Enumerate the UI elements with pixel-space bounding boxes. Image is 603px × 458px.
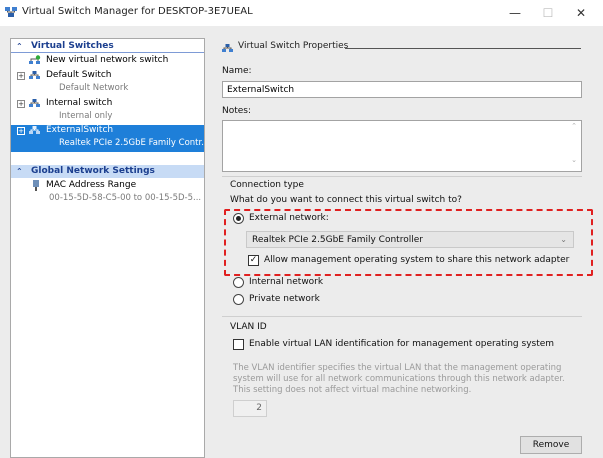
virtual-switch-manager-icon [5,7,17,17]
external-network-radio[interactable] [233,213,244,224]
connection-type-label: Connection type [230,180,304,190]
section-divider [222,176,582,177]
new-switch-icon [29,55,41,64]
close-button[interactable]: ✕ [566,4,596,22]
group-divider [345,48,581,49]
vlan-id-field[interactable]: 2 [233,400,267,417]
external-adapter-value: Realtek PCIe 2.5GbE Family Controller [252,235,423,245]
network-switch-icon [29,71,40,79]
mac-range-label: MAC Address Range [46,180,137,190]
internal-network-label: Internal network [249,277,324,287]
notes-field[interactable]: ⌃ ⌄ [222,120,582,172]
vlan-enable-checkbox[interactable] [233,339,244,350]
collapse-chevron-icon: ⌃ [16,167,23,176]
switch-subtitle: Default Network [59,83,129,93]
switch-subtitle: Internal only [59,111,113,121]
internal-network-radio[interactable] [233,277,244,288]
switch-name: ExternalSwitch [46,125,114,135]
switch-tree-panel: ⌃ Virtual Switches New virtual network s… [10,38,205,458]
switch-name: Default Switch [46,70,112,80]
minimize-button[interactable]: — [500,4,530,22]
switch-name: Internal switch [46,98,113,108]
virtual-switches-header-label: Virtual Switches [31,41,114,51]
vlan-help-text: The VLAN identifier specifies the virtua… [233,363,565,395]
switch-item-default[interactable]: + Default Switch Default Network [11,70,204,96]
collapse-chevron-icon: ⌃ [16,42,23,51]
scroll-down-icon[interactable]: ⌄ [568,156,580,164]
external-adapter-select[interactable]: Realtek PCIe 2.5GbE Family Controller ⌄ [246,231,574,248]
expand-icon[interactable]: + [17,127,25,135]
notes-label: Notes: [222,106,252,116]
allow-management-label: Allow management operating system to sha… [264,255,570,265]
virtual-switches-header[interactable]: ⌃ Virtual Switches [11,40,204,53]
section-divider [222,316,582,317]
switch-item-internal[interactable]: + Internal switch Internal only [11,98,204,124]
connection-question: What do you want to connect this virtual… [230,195,462,205]
network-switch-icon [29,99,40,107]
scroll-up-icon[interactable]: ⌃ [568,122,580,130]
new-switch-label: New virtual network switch [46,55,169,65]
mac-range-value: 00-15-5D-58-C5-00 to 00-15-5D-5... [49,193,202,203]
expand-icon[interactable]: + [17,72,25,80]
vlan-enable-label: Enable virtual LAN identification for ma… [249,339,555,349]
global-settings-header-label: Global Network Settings [31,166,155,176]
name-label: Name: [222,66,252,76]
allow-management-checkbox[interactable]: ✓ [248,255,259,266]
global-network-settings-header[interactable]: ⌃ Global Network Settings [11,165,204,178]
dialog-body: ⌃ Virtual Switches New virtual network s… [0,26,603,458]
network-adapter-icon [33,180,39,191]
new-virtual-switch-item[interactable]: New virtual network switch [11,55,204,69]
network-switch-icon [29,126,40,134]
mac-address-range-item[interactable]: MAC Address Range 00-15-5D-58-C5-00 to 0… [11,180,204,208]
expand-icon[interactable]: + [17,100,25,108]
properties-group-title: Virtual Switch Properties [238,41,349,51]
title-bar: Virtual Switch Manager for DESKTOP-3E7UE… [0,0,603,26]
name-field[interactable]: ExternalSwitch [222,81,582,98]
notes-scrollbar[interactable]: ⌃ ⌄ [568,122,580,172]
external-network-label: External network: [249,213,329,223]
remove-button[interactable]: Remove [520,436,582,454]
network-switch-icon [222,44,233,52]
switch-subtitle: Realtek PCIe 2.5GbE Family Contr... [59,138,205,148]
private-network-label: Private network [249,294,320,304]
vlan-id-label: VLAN ID [230,322,267,332]
chevron-down-icon: ⌄ [560,235,567,244]
maximize-button[interactable]: ☐ [533,4,563,22]
private-network-radio[interactable] [233,294,244,305]
switch-item-external[interactable]: + ExternalSwitch Realtek PCIe 2.5GbE Fam… [11,125,205,152]
window-title: Virtual Switch Manager for DESKTOP-3E7UE… [22,6,253,17]
